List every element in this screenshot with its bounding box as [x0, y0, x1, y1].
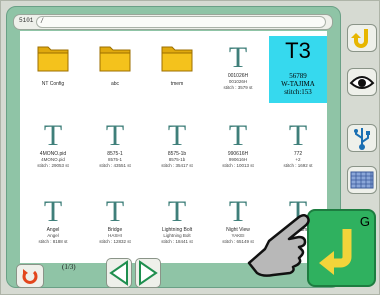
file-name: abc — [110, 81, 120, 87]
selected-design-title: T3 — [285, 38, 311, 63]
design-t-icon: T — [167, 195, 187, 228]
usb-icon — [354, 128, 370, 150]
file-stitch: stitch : 43551 st — [99, 163, 131, 168]
selected-design-number: 56789 — [289, 72, 307, 80]
enter-button-label: G — [359, 214, 370, 229]
view-button[interactable] — [347, 68, 377, 96]
undo-arrow-icon — [351, 29, 368, 48]
design-t-icon: T — [228, 41, 248, 74]
screen: 5101 / NT Config abc tmem T 001026H 0010… — [0, 0, 380, 295]
file-name: NT Config — [41, 81, 65, 87]
file-stitch: stitch : 3579 st — [223, 85, 253, 90]
pointing-hand-icon — [241, 211, 316, 281]
selected-design-name: W-TAJIMA — [281, 80, 315, 88]
file-stitch: stitch : 10013 st — [222, 163, 254, 168]
path-field[interactable]: / — [36, 16, 326, 28]
folder-item[interactable]: abc — [86, 37, 144, 95]
design-t-icon: T — [43, 119, 63, 152]
folder-icon — [24, 41, 82, 77]
selected-design-stitch: stitch:153 — [284, 88, 312, 96]
undo-button[interactable] — [347, 24, 377, 52]
design-item[interactable]: T 772 +2 stitch : 1692 st — [269, 115, 327, 173]
file-stitch: stitch : 8188 st — [38, 239, 68, 244]
folder-icon — [86, 41, 144, 77]
folder-item[interactable]: NT Config — [24, 37, 82, 95]
design-item[interactable]: T Angel Angel stitch : 8188 st — [24, 191, 82, 249]
path-bar: 5101 / — [13, 14, 333, 30]
next-triangle-icon — [139, 260, 158, 286]
design-item[interactable]: T 001026H 001026H stitch : 3579 st — [209, 37, 267, 95]
prev-page-button[interactable] — [106, 258, 132, 288]
design-t-icon: T — [288, 119, 308, 152]
file-stitch: stitch : 29053 st — [37, 163, 69, 168]
selected-design-item[interactable]: T3 56789 W-TAJIMA stitch:153 — [269, 36, 327, 103]
page-indicator: (1/3) — [62, 263, 76, 271]
path-label: 5101 — [19, 17, 34, 24]
return-button[interactable] — [16, 264, 44, 288]
file-name: tmem — [170, 81, 184, 87]
enter-button[interactable]: G — [307, 209, 376, 287]
eye-icon — [349, 76, 375, 89]
next-page-button[interactable] — [135, 258, 161, 288]
design-item[interactable]: T 4MONO.pid 4MONO.pid stitch : 29053 st — [24, 115, 82, 173]
usb-button[interactable] — [347, 124, 377, 152]
design-item[interactable]: T Lightning Bolt Lightning Bolt stitch :… — [148, 191, 206, 249]
return-icon — [22, 269, 38, 284]
file-stitch: stitch : 1692 st — [283, 163, 313, 168]
file-stitch: stitch : 35417 st — [161, 163, 193, 168]
prev-triangle-icon — [109, 260, 128, 286]
design-item[interactable]: T Bridge HASHI stitch : 12832 st — [86, 191, 144, 249]
design-t-icon: T — [43, 195, 63, 228]
keyboard-icon — [350, 171, 374, 189]
design-t-icon: T — [105, 195, 125, 228]
file-stitch: stitch : 18441 st — [161, 239, 193, 244]
file-stitch: stitch : 12832 st — [99, 239, 131, 244]
design-t-icon: T — [228, 119, 248, 152]
design-t-icon: T — [105, 119, 125, 152]
folder-icon — [148, 41, 206, 77]
design-t-icon: T — [167, 119, 187, 152]
keyboard-button[interactable] — [347, 166, 377, 194]
folder-item[interactable]: tmem — [148, 37, 206, 95]
design-item[interactable]: T 8575-1 8575-1 stitch : 43551 st — [86, 115, 144, 173]
design-item[interactable]: T 8575-1b 8575-1b stitch : 35417 st — [148, 115, 206, 173]
design-item[interactable]: T 990616H 990616H stitch : 10013 st — [209, 115, 267, 173]
